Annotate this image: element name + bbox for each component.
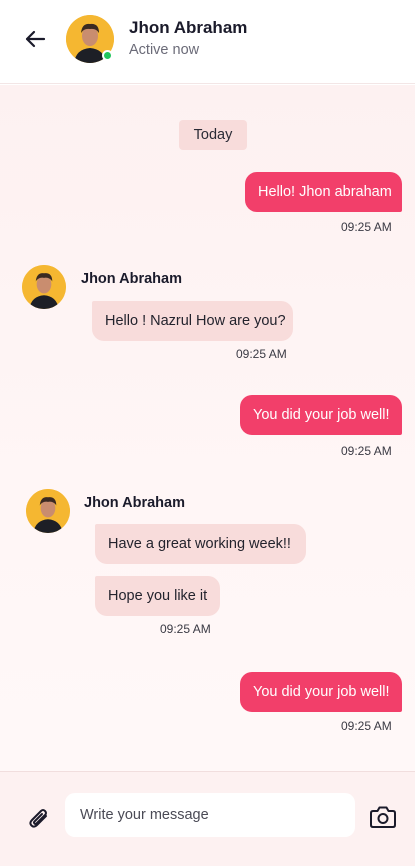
contact-name: Jhon Abraham xyxy=(129,18,248,37)
arrow-left-icon xyxy=(25,30,46,48)
incoming-message[interactable]: Hello ! Nazrul How are you? xyxy=(92,301,293,341)
outgoing-message[interactable]: You did your job well! xyxy=(240,672,402,712)
message-input[interactable] xyxy=(65,793,355,837)
outgoing-message[interactable]: Hello! Jhon abraham xyxy=(245,172,402,212)
camera-icon xyxy=(370,806,396,828)
incoming-message[interactable]: Hope you like it xyxy=(95,576,220,616)
back-button[interactable] xyxy=(20,24,50,54)
message-composer xyxy=(0,771,415,866)
date-separator: Today xyxy=(179,120,247,150)
paperclip-icon xyxy=(29,809,47,828)
online-status-dot xyxy=(102,50,113,61)
sender-avatar[interactable] xyxy=(22,265,66,309)
message-time: 09:25 AM xyxy=(341,444,392,458)
message-time: 09:25 AM xyxy=(236,347,287,361)
message-time: 09:25 AM xyxy=(341,719,392,733)
message-time: 09:25 AM xyxy=(341,220,392,234)
contact-status: Active now xyxy=(129,42,200,58)
incoming-message[interactable]: Have a great working week!! xyxy=(95,524,306,564)
outgoing-message[interactable]: You did your job well! xyxy=(240,395,402,435)
camera-button[interactable] xyxy=(369,804,397,830)
sender-name: Jhon Abraham xyxy=(84,495,185,511)
attach-button[interactable] xyxy=(26,804,54,834)
sender-name: Jhon Abraham xyxy=(81,271,182,287)
sender-avatar[interactable] xyxy=(26,489,70,533)
chat-header: Jhon Abraham Active now xyxy=(0,0,415,84)
message-time: 09:25 AM xyxy=(160,622,211,636)
message-list[interactable]: Today Hello! Jhon abraham 09:25 AM Jhon … xyxy=(0,85,415,771)
